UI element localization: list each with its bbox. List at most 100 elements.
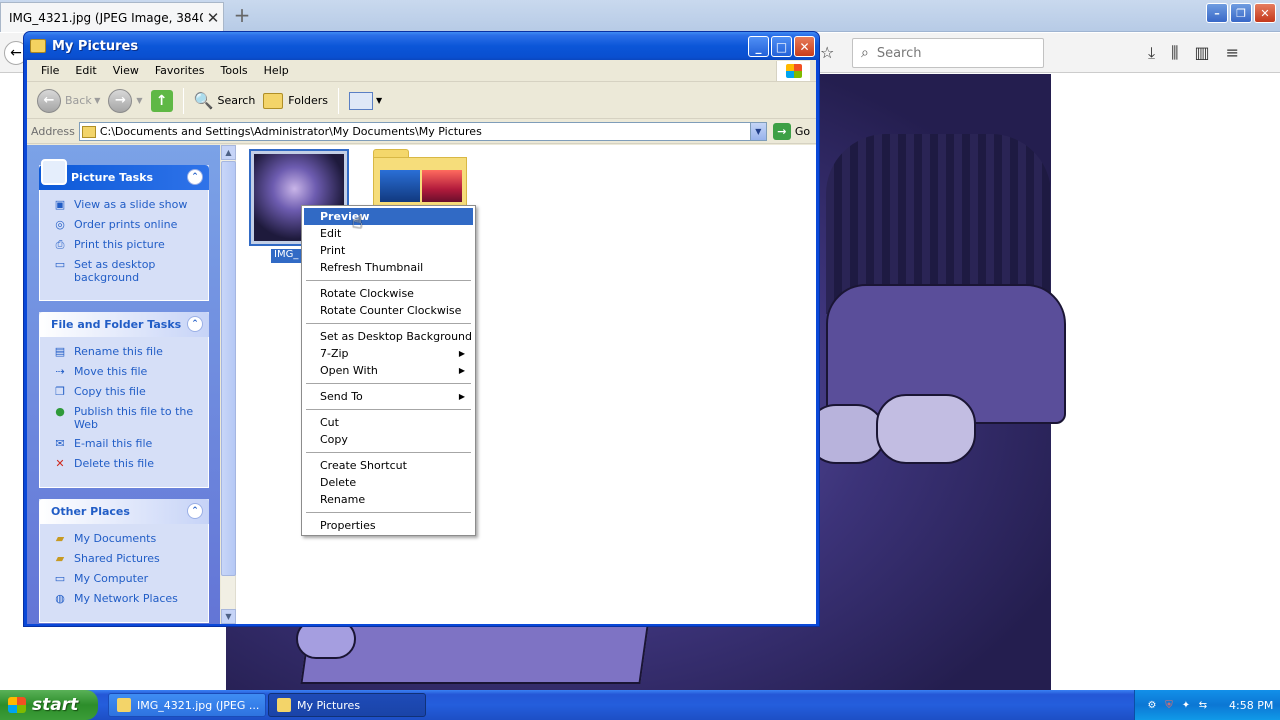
go-button[interactable]: → Go <box>772 123 810 140</box>
ctx-rotate-cw[interactable]: Rotate Clockwise <box>304 285 473 302</box>
ctx-7zip[interactable]: 7-Zip ▶ <box>304 345 473 362</box>
close-icon[interactable]: ✕ <box>1254 3 1276 23</box>
minimize-icon[interactable]: _ <box>748 36 769 57</box>
ctx-refresh-thumbnail[interactable]: Refresh Thumbnail <box>304 259 473 276</box>
ctx-send-to[interactable]: Send To ▶ <box>304 388 473 405</box>
menu-edit[interactable]: Edit <box>67 64 104 77</box>
ctx-rotate-ccw[interactable]: Rotate Counter Clockwise <box>304 302 473 319</box>
menu-help[interactable]: Help <box>256 64 297 77</box>
minimize-icon[interactable]: – <box>1206 3 1228 23</box>
star-icon[interactable]: ☆ <box>820 43 834 62</box>
folder-icon <box>263 92 284 109</box>
address-input[interactable]: C:\Documents and Settings\Administrator\… <box>78 122 767 141</box>
hamburger-menu-icon[interactable]: ≡ <box>1226 43 1239 63</box>
task-set-background[interactable]: ▭ Set as desktop background <box>52 258 208 284</box>
rename-icon: ▤ <box>54 345 66 358</box>
ctx-rename[interactable]: Rename <box>304 491 473 508</box>
folder-thumbnail[interactable] <box>373 149 469 209</box>
plus-icon[interactable]: + <box>230 4 254 28</box>
copy-icon: ❐ <box>55 385 65 398</box>
folder-tab <box>373 149 409 157</box>
ctx-delete[interactable]: Delete <box>304 474 473 491</box>
file-folder-tasks-header[interactable]: File and Folder Tasks ⌃ <box>39 312 209 337</box>
task-rename[interactable]: ▤ Rename this file <box>52 345 208 359</box>
browser-search-input[interactable]: ⌕ Search <box>852 38 1044 68</box>
taskbar-button-browser[interactable]: IMG_4321.jpg (JPEG ... <box>108 693 266 717</box>
maximize-icon[interactable]: □ <box>771 36 792 57</box>
folders-button[interactable]: Folders <box>259 86 332 116</box>
menu-view[interactable]: View <box>105 64 147 77</box>
explorer-titlebar[interactable]: My Pictures _ □ ✕ <box>24 32 819 60</box>
picture-tasks-header[interactable]: Picture Tasks ⌃ <box>39 159 209 190</box>
email-icon: ✉ <box>55 437 65 450</box>
place-shared-pictures[interactable]: ▰ Shared Pictures <box>52 552 208 566</box>
publish-icon: ● <box>55 405 65 418</box>
scroll-up-icon[interactable]: ▲ <box>221 145 236 160</box>
ctx-copy[interactable]: Copy <box>304 431 473 448</box>
task-email[interactable]: ✉ E-mail this file <box>52 437 208 451</box>
address-path: C:\Documents and Settings\Administrator\… <box>99 125 482 138</box>
place-my-computer[interactable]: ▭ My Computer <box>52 572 208 586</box>
task-publish[interactable]: ● Publish this file to the Web <box>52 405 208 431</box>
views-icon <box>349 91 374 110</box>
move-icon: ⇢ <box>55 365 65 378</box>
place-my-documents[interactable]: ▰ My Documents <box>52 532 208 546</box>
toolbar-divider <box>338 87 340 114</box>
ctx-preview[interactable]: Preview <box>304 208 473 225</box>
other-places-panel: Other Places ⌃ ▰ My Documents ▰ Shared P… <box>39 499 209 623</box>
collapse-icon[interactable]: ⌃ <box>187 169 203 185</box>
task-print[interactable]: ⎙ Print this picture <box>52 238 208 252</box>
place-network[interactable]: ◍ My Network Places <box>52 592 208 606</box>
tray-network-icon[interactable]: ⚙ <box>1145 698 1159 712</box>
up-button[interactable]: ↑ <box>147 86 177 116</box>
ctx-print[interactable]: Print <box>304 242 473 259</box>
task-delete[interactable]: ✕ Delete this file <box>52 457 208 471</box>
browser-window-controls: – ❐ ✕ <box>1206 3 1276 23</box>
menu-file[interactable]: File <box>33 64 67 77</box>
printer-icon: ⎙ <box>55 238 65 251</box>
ctx-create-shortcut[interactable]: Create Shortcut <box>304 457 473 474</box>
ctx-edit[interactable]: Edit <box>304 225 473 242</box>
thumbnail-filename[interactable]: IMG_ <box>271 249 302 263</box>
tray-volume-icon[interactable]: ✦ <box>1179 698 1193 712</box>
submenu-arrow-icon: ▶ <box>458 349 465 358</box>
views-button[interactable]: ▼ <box>345 86 386 116</box>
folder-preview-image <box>380 170 420 202</box>
address-bar: Address C:\Documents and Settings\Admini… <box>27 120 816 144</box>
vertical-scrollbar[interactable]: ▲ ▼ <box>221 145 236 624</box>
picture-tasks-panel: Picture Tasks ⌃ ▣ View as a slide show ◎… <box>39 159 209 301</box>
task-slideshow[interactable]: ▣ View as a slide show <box>52 198 208 212</box>
ctx-properties[interactable]: Properties <box>304 517 473 534</box>
forward-button[interactable]: → ▼ <box>104 86 146 116</box>
task-order-prints[interactable]: ◎ Order prints online <box>52 218 208 232</box>
download-icon[interactable]: ⤓ <box>1148 43 1155 63</box>
task-copy[interactable]: ❐ Copy this file <box>52 385 208 399</box>
restore-icon[interactable]: ❐ <box>1230 3 1252 23</box>
tray-connection-icon[interactable]: ⇆ <box>1196 698 1210 712</box>
browser-tab[interactable]: IMG_4321.jpg (JPEG Image, 3840 × 2160 pi… <box>0 2 224 32</box>
collapse-icon[interactable]: ⌃ <box>187 503 203 519</box>
chevron-down-icon: ▼ <box>91 96 101 105</box>
library-icon[interactable]: ⫼ <box>1171 43 1178 63</box>
task-move[interactable]: ⇢ Move this file <box>52 365 208 379</box>
ctx-set-desktop-background[interactable]: Set as Desktop Background <box>304 328 473 345</box>
menu-tools[interactable]: Tools <box>213 64 256 77</box>
menu-favorites[interactable]: Favorites <box>147 64 213 77</box>
tray-security-icon[interactable]: ⛨ <box>1162 698 1176 712</box>
chevron-down-icon[interactable]: ▼ <box>749 123 766 140</box>
other-places-header[interactable]: Other Places ⌃ <box>39 499 209 524</box>
taskbar-button-my-pictures[interactable]: My Pictures <box>268 693 426 717</box>
close-icon[interactable]: ✕ <box>794 36 815 57</box>
sidebar-icon[interactable]: ▥ <box>1194 43 1209 63</box>
other-places-list: ▰ My Documents ▰ Shared Pictures ▭ My Co… <box>39 524 209 623</box>
back-button[interactable]: ← Back ▼ <box>33 86 104 116</box>
collapse-icon[interactable]: ⌃ <box>187 316 203 332</box>
scroll-down-icon[interactable]: ▼ <box>221 609 236 624</box>
folder-icon <box>30 39 46 53</box>
ctx-open-with[interactable]: Open With ▶ <box>304 362 473 379</box>
scrollbar-thumb[interactable] <box>221 161 236 576</box>
ctx-cut[interactable]: Cut <box>304 414 473 431</box>
search-button[interactable]: 🔍 Search <box>190 86 260 116</box>
close-icon[interactable]: ✕ <box>203 9 223 27</box>
start-button[interactable]: start <box>0 690 98 720</box>
